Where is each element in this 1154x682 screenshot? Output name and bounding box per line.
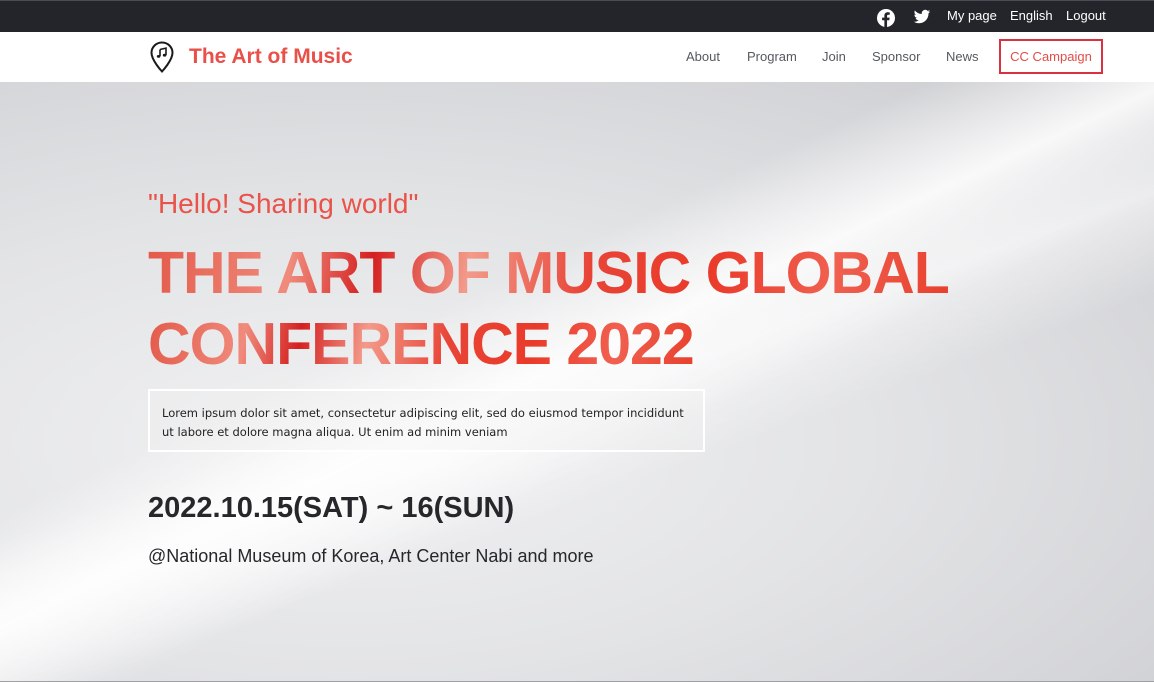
site-title[interactable]: The Art of Music [189, 45, 353, 69]
hero-headline-line-1: THE ART OF MUSIC GLOBAL [148, 240, 950, 306]
hero-tagline: "Hello! Sharing world" [148, 188, 419, 219]
my-page-link[interactable]: My page [947, 8, 997, 23]
facebook-icon[interactable] [877, 9, 895, 27]
hero-headline-line-2: CONFERENCE 2022 [148, 311, 695, 377]
event-venue: @National Museum of Korea, Art Center Na… [148, 546, 594, 566]
logout-link[interactable]: Logout [1066, 8, 1106, 23]
music-map-pin-icon[interactable] [150, 41, 174, 73]
event-date: 2022.10.15(SAT) ~ 16(SUN) [148, 492, 515, 524]
cc-campaign-button[interactable]: CC Campaign [999, 39, 1103, 74]
nav-item-join[interactable]: Join [822, 49, 846, 64]
hero-description: Lorem ipsum dolor sit amet, consectetur … [148, 389, 705, 452]
top-utility-bar: My page English Logout [0, 0, 1154, 32]
language-selector[interactable]: English [1010, 8, 1053, 23]
hero-section: "Hello! Sharing world" THE ART OF MUSIC … [0, 82, 1154, 682]
nav-item-program[interactable]: Program [747, 49, 797, 64]
main-navbar: The Art of Music About Program Join Spon… [0, 32, 1154, 82]
nav-item-news[interactable]: News [946, 49, 979, 64]
nav-item-sponsor[interactable]: Sponsor [872, 49, 920, 64]
twitter-icon[interactable] [913, 8, 931, 26]
nav-item-about[interactable]: About [686, 49, 720, 64]
